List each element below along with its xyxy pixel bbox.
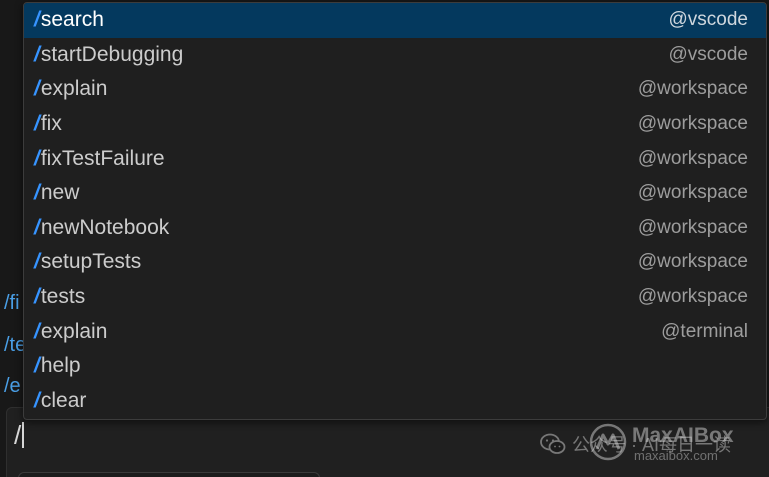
slash-prefix: / [34,8,40,32]
slash-prefix: / [34,285,40,309]
slash-prefix: / [34,112,40,136]
suggestion-command: explain [40,319,108,343]
suggestion-command: fix [40,112,62,136]
slash-prefix: / [34,181,40,205]
suggestion-item-search[interactable]: / search @vscode [24,3,766,38]
slash-command-suggestions: / search @vscode / startDebugging @vscod… [23,2,767,420]
suggestion-item-fix[interactable]: / fix @workspace [24,107,766,142]
suggestion-item-startdebugging[interactable]: / startDebugging @vscode [24,38,766,73]
suggestion-command: setupTests [40,250,142,274]
slash-prefix: / [34,146,40,170]
slash-prefix: / [34,319,40,343]
input-toolbar [18,472,320,477]
suggestion-agent: @workspace [637,216,748,238]
slash-prefix: / [34,77,40,101]
suggestion-command: search [40,8,104,32]
slash-prefix: / [34,388,40,412]
suggestion-item-newnotebook[interactable]: / newNotebook @workspace [24,211,766,246]
suggestion-agent: @workspace [637,286,748,308]
slash-prefix: / [34,354,40,378]
suggestion-agent: @workspace [637,251,748,273]
suggestion-agent: @terminal [661,320,748,342]
chat-history-line: /fi [4,292,20,314]
suggestion-command: help [40,354,81,378]
suggestion-command: tests [40,285,86,309]
suggestion-command: newNotebook [40,215,170,239]
suggestion-item-tests[interactable]: / tests @workspace [24,280,766,315]
suggestion-command: explain [40,77,108,101]
suggestion-command: startDebugging [40,42,184,66]
suggestion-item-explain[interactable]: / explain @workspace [24,72,766,107]
chat-panel: /fi /te /e / / search @vscode / startDeb… [0,0,769,477]
chat-input-value[interactable]: / [14,420,25,451]
suggestion-item-clear[interactable]: / clear [24,384,766,419]
slash-prefix: / [34,42,40,66]
slash-prefix: / [34,215,40,239]
suggestion-item-fixtestfailure[interactable]: / fixTestFailure @workspace [24,141,766,176]
suggestion-agent: @vscode [668,43,749,65]
suggestion-agent: @workspace [637,78,748,100]
suggestion-item-explain-terminal[interactable]: / explain @terminal [24,314,766,349]
suggestion-agent: @workspace [637,113,748,135]
suggestion-command: fixTestFailure [40,146,165,170]
chat-history-line: /e [4,375,21,397]
suggestion-agent: @vscode [668,9,749,31]
input-text: / [14,420,22,450]
suggestion-item-setuptests[interactable]: / setupTests @workspace [24,245,766,280]
suggestion-command: clear [40,388,87,412]
suggestion-item-new[interactable]: / new @workspace [24,176,766,211]
suggestion-item-help[interactable]: / help [24,349,766,384]
text-cursor [22,422,25,448]
suggestion-command: new [40,181,80,205]
slash-prefix: / [34,250,40,274]
suggestion-agent: @workspace [637,147,748,169]
suggestion-agent: @workspace [637,182,748,204]
